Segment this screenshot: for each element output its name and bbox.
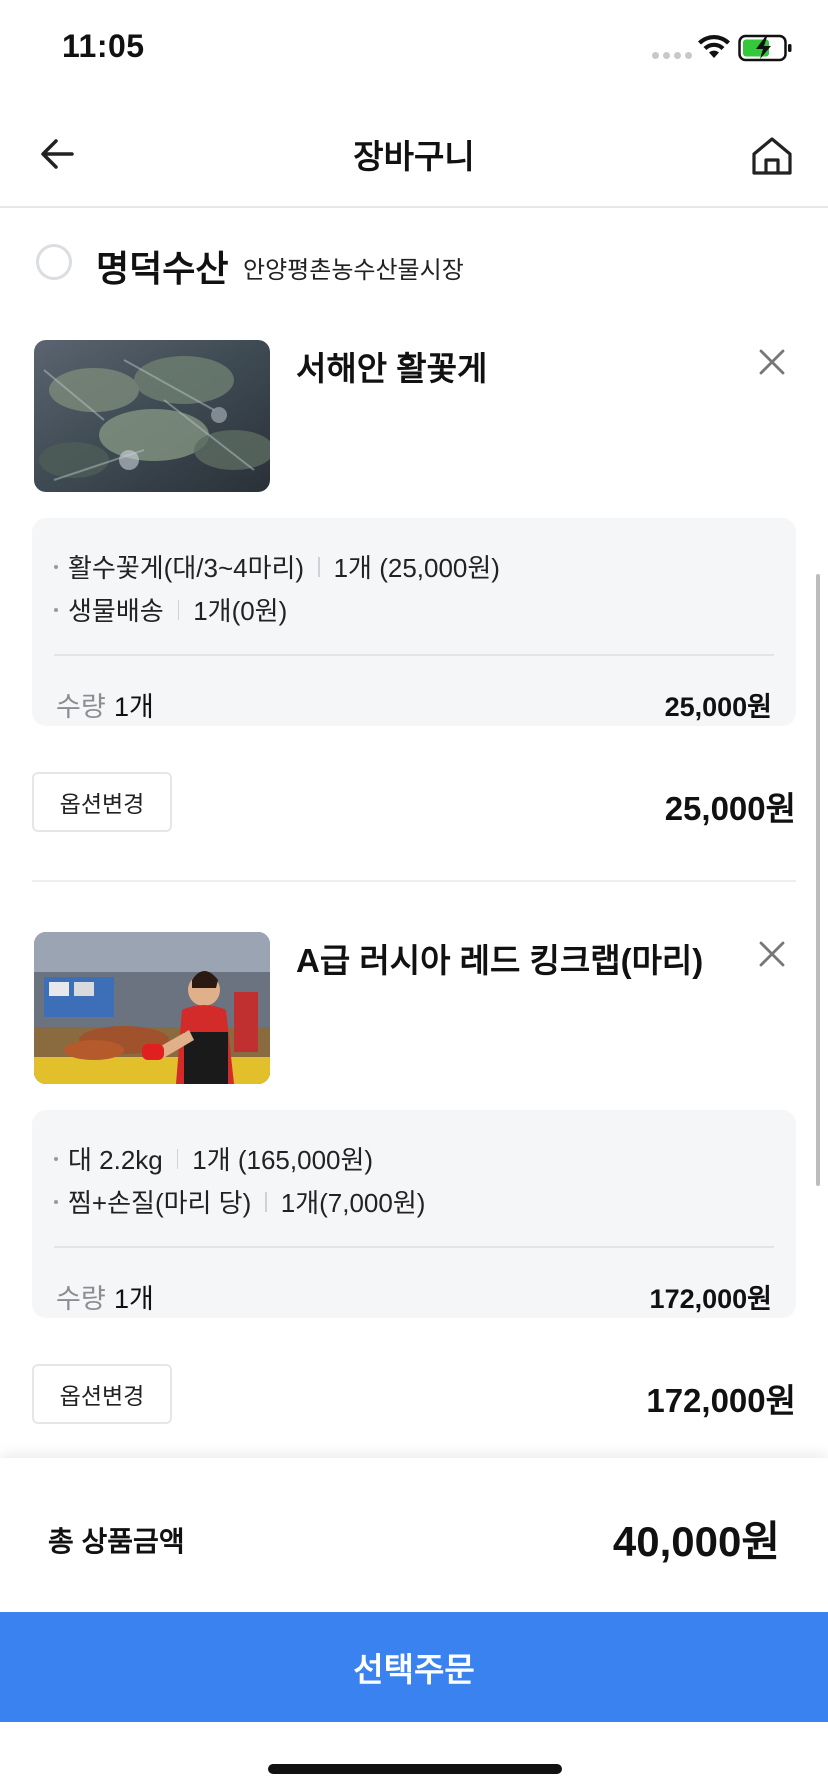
option-name: 찜+손질(마리 당) [68,1188,252,1218]
item-total: 25,000원 [664,790,796,827]
option-name: 대 2.2kg [68,1145,163,1175]
option-price: 25,000원 [664,692,772,722]
bullet-dot [54,564,58,569]
seller-market: 안양평촌농수산물시장 [243,257,464,284]
wifi-icon [698,35,730,58]
separator [176,1148,179,1169]
scrollbar[interactable] [816,574,820,1186]
separator [265,1191,267,1212]
quantity-label: 수량 [56,1284,106,1314]
option-detail: 1개(7,000원) [280,1188,426,1218]
section-divider [32,880,796,882]
product-image[interactable] [34,340,270,492]
option-line: 활수꽃게(대/3~4마리) 1개 (25,000원) [54,548,500,585]
option-detail: 1개 (165,000원) [192,1145,374,1175]
option-line: 대 2.2kg 1개 (165,000원) [54,1140,373,1177]
home-indicator[interactable] [268,1764,562,1774]
option-box: 활수꽃게(대/3~4마리) 1개 (25,000원) 생물배송 1개(0원) 수… [32,518,796,726]
seller-name: 명덕수산 [96,248,229,289]
battery-charging-icon [738,34,792,62]
option-box: 대 2.2kg 1개 (165,000원) 찜+손질(마리 당) 1개(7,00… [32,1110,796,1318]
item-total: 172,000원 [646,1382,796,1419]
quantity-value: 1개 [114,692,154,722]
page-title: 장바구니 [353,138,475,175]
seller-select-checkbox[interactable] [36,244,72,280]
order-selected-button[interactable]: 선택주문 [0,1612,828,1722]
header-divider [0,206,828,208]
change-options-button[interactable]: 옵션변경 [32,1364,172,1424]
product-name: A급 러시아 레드 킹크랩(마리) [296,942,704,979]
product-name: 서해안 활꽃게 [296,350,488,387]
status-time: 11:05 [62,28,145,64]
home-icon[interactable] [748,132,796,180]
bullet-dot [54,607,58,612]
remove-item-close-icon[interactable] [752,342,792,382]
option-line: 생물배송 1개(0원) [54,591,287,628]
change-options-button[interactable]: 옵션변경 [32,772,172,832]
option-line: 찜+손질(마리 당) 1개(7,000원) [54,1183,425,1220]
product-image[interactable] [34,932,270,1084]
option-divider [54,1246,774,1248]
option-divider [54,654,774,656]
option-detail: 1개 (25,000원) [333,553,500,583]
option-name: 활수꽃게(대/3~4마리) [68,553,305,583]
separator [318,556,320,577]
total-label: 총 상품금액 [48,1526,185,1557]
quantity-value: 1개 [114,1284,154,1314]
cellular-signal-icon [652,52,692,59]
bullet-dot [54,1199,58,1204]
remove-item-close-icon[interactable] [752,934,792,974]
bullet-dot [54,1156,58,1161]
option-price: 172,000원 [649,1284,772,1314]
quantity-label: 수량 [56,692,106,722]
separator [177,599,180,620]
option-detail: 1개(0원) [193,596,288,626]
option-name: 생물배송 [68,596,164,626]
total-amount: 40,000원 [612,1518,780,1565]
